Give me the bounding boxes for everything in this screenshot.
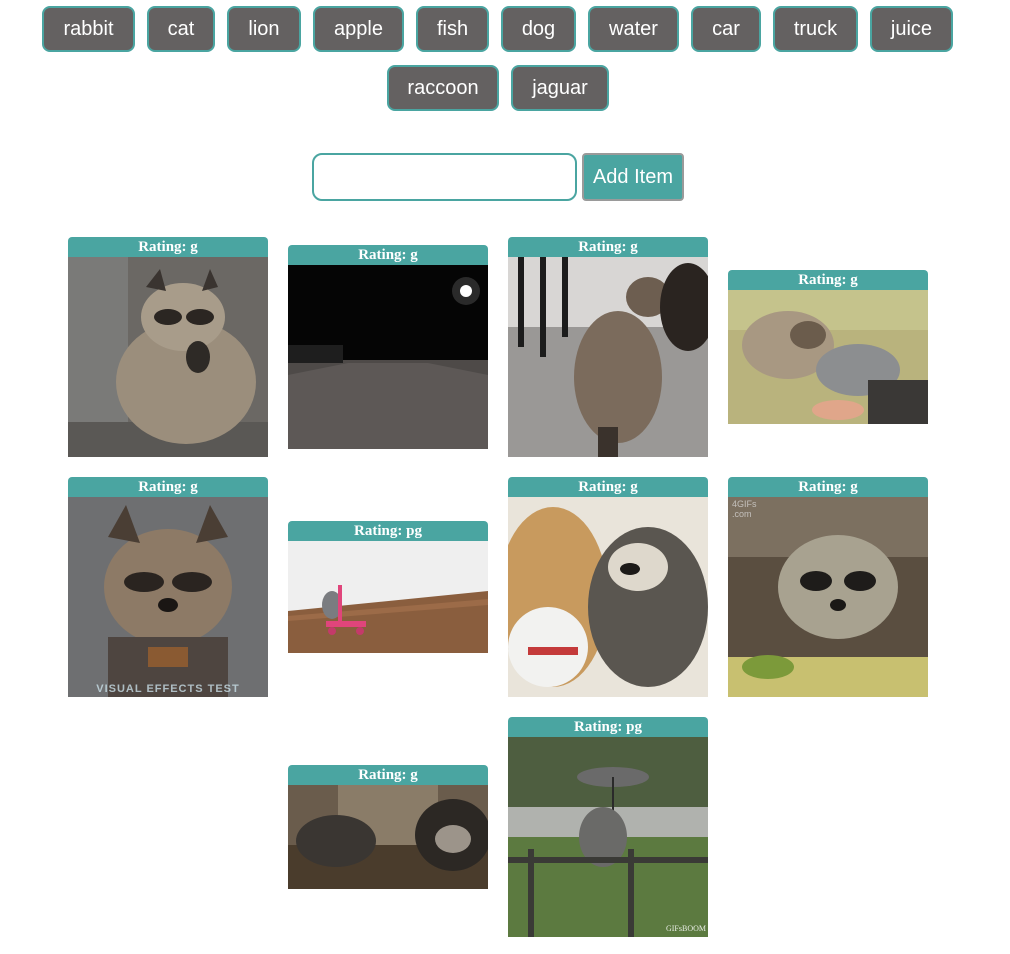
gif-card[interactable]: Rating: g [68, 237, 268, 457]
topic-button-cat[interactable]: cat [147, 6, 215, 52]
dog-and-raccoon-image[interactable] [508, 497, 708, 697]
raccoon-and-dog-image[interactable] [508, 257, 708, 457]
gif-card[interactable]: Rating: g VISUAL EFFECTS TEST [68, 477, 268, 697]
topic-button-water[interactable]: water [588, 6, 679, 52]
topic-button-lion[interactable]: lion [227, 6, 301, 52]
raccoon-sitting-image[interactable] [68, 257, 268, 457]
watermark-text: GIFsBOOM [665, 924, 706, 933]
watermark-text: 4GIFs .com [732, 499, 757, 519]
rating-label: Rating: g [288, 765, 488, 785]
gif-card[interactable]: Rating: g [508, 477, 708, 697]
raccoon-chair-image[interactable]: 4GIFs .com [728, 497, 928, 697]
gif-card[interactable]: Rating: g [508, 237, 708, 457]
gif-card[interactable]: Rating: g [288, 765, 488, 889]
raccoon-scooter-image[interactable] [288, 541, 488, 653]
add-topic-input[interactable] [312, 153, 577, 201]
topic-button-fish[interactable]: fish [416, 6, 489, 52]
rating-label: Rating: g [68, 477, 268, 497]
topic-button-rabbit[interactable]: rabbit [42, 6, 135, 52]
rating-label: Rating: g [508, 477, 708, 497]
topic-button-car[interactable]: car [691, 6, 761, 52]
rating-label: Rating: pg [508, 717, 708, 737]
gif-card[interactable]: Rating: g [288, 245, 488, 449]
rating-label: Rating: g [68, 237, 268, 257]
rating-label: Rating: g [728, 270, 928, 290]
topic-button-raccoon[interactable]: raccoon [387, 65, 499, 111]
add-item-button[interactable]: Add Item [582, 153, 684, 201]
watermark-text: VISUAL EFFECTS TEST [96, 683, 240, 695]
topic-button-jaguar[interactable]: jaguar [511, 65, 609, 111]
raccoon-and-cat-bed-image[interactable] [728, 290, 928, 424]
rating-label: Rating: g [508, 237, 708, 257]
topic-button-apple[interactable]: apple [313, 6, 404, 52]
gif-card[interactable]: Rating: g 4GIFs .com [728, 477, 928, 697]
rating-label: Rating: g [728, 477, 928, 497]
night-road-image[interactable] [288, 265, 488, 449]
raccoon-umbrella-image[interactable]: GIFsBOOM [508, 737, 708, 937]
topic-button-truck[interactable]: truck [773, 6, 858, 52]
cat-and-raccoon-image[interactable] [288, 785, 488, 889]
rating-label: Rating: pg [288, 521, 488, 541]
gif-card[interactable]: Rating: g [728, 270, 928, 424]
gif-card[interactable]: Rating: pg [288, 521, 488, 653]
rocket-raccoon-image[interactable]: VISUAL EFFECTS TEST [68, 497, 268, 697]
topic-button-dog[interactable]: dog [501, 6, 576, 52]
gif-card[interactable]: Rating: pg GIFsBOOM [508, 717, 708, 937]
rating-label: Rating: g [288, 245, 488, 265]
topic-button-juice[interactable]: juice [870, 6, 953, 52]
